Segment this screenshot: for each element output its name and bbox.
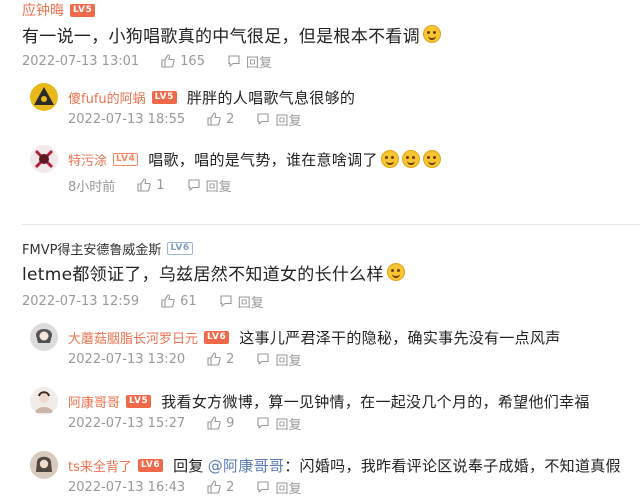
level-badge: LV6 [137, 458, 164, 472]
reply-author[interactable]: 特污涂 [68, 150, 107, 169]
reply-button[interactable]: 回复 [256, 110, 301, 129]
comment-text: letme都领证了，乌兹居然不知道女的长什么样 [22, 264, 384, 285]
comment-icon [257, 113, 269, 126]
grin-emoji-icon [422, 150, 441, 168]
reply-author[interactable]: ts来全背了 [68, 456, 132, 475]
reply-text: 这事儿严君泽干的隐秘，确实事先没有一点风声 [239, 328, 561, 347]
thumbs-up-icon [137, 178, 151, 192]
reply-label: 回复 [245, 55, 272, 71]
level-badge: LV5 [126, 394, 152, 408]
like-count: 61 [180, 293, 197, 309]
like-count: 165 [180, 53, 205, 69]
reply-label: 回复 [237, 295, 264, 311]
mention-link[interactable]: @阿康哥哥 [208, 455, 285, 476]
level-badge: LV5 [151, 90, 177, 104]
like-button[interactable]: 2 [207, 352, 234, 367]
avatar[interactable] [30, 83, 58, 111]
comment-icon [228, 55, 240, 68]
avatar[interactable] [30, 387, 58, 415]
level-badge: LV6 [204, 330, 230, 344]
reply-prefix: 回复 [173, 456, 204, 475]
reply-text: 唱歌，唱的是气势，谁在意啥调了 [148, 150, 378, 169]
reply-label: 回复 [275, 113, 302, 129]
level-badge: LV6 [167, 241, 193, 255]
reply-text: 闪婚吗，我昨看评论区说奉子成婚，不知道真假 [299, 456, 621, 475]
like-button[interactable]: 2 [207, 112, 234, 127]
like-count: 2 [226, 479, 235, 495]
thumbs-up-icon [207, 352, 221, 366]
thumbs-up-icon [161, 54, 175, 68]
like-button[interactable]: 2 [207, 480, 234, 495]
reply-colon: ： [284, 456, 300, 475]
level-badge: LV5 [70, 3, 96, 17]
reply-date: 2022-07-13 15:27 [68, 415, 186, 431]
thumbs-up-icon [207, 480, 221, 494]
reply-text: 我看女方微博，算一见钟情，在一起没几个月的，希望他们幸福 [161, 392, 590, 411]
reply-button[interactable]: 回复 [219, 292, 264, 311]
comment-icon [220, 295, 232, 308]
level-badge: LV4 [113, 152, 139, 166]
comment-icon [257, 481, 269, 494]
thumbs-up-icon [207, 416, 221, 430]
reply-label: 回复 [205, 179, 232, 195]
reply-button[interactable]: 回复 [256, 414, 301, 433]
avatar[interactable] [30, 451, 58, 479]
reply-date: 2022-07-13 13:20 [68, 351, 186, 367]
reply-label: 回复 [275, 353, 302, 369]
like-count: 9 [226, 415, 235, 431]
like-button[interactable]: 61 [161, 294, 197, 309]
comment-date: 2022-07-13 13:01 [22, 53, 140, 69]
laugh-cry-emoji-icon [386, 263, 405, 281]
reply-author[interactable]: 阿康哥哥 [68, 392, 120, 411]
like-button[interactable]: 1 [137, 177, 165, 193]
reply-label: 回复 [275, 417, 302, 433]
reply-author[interactable]: 傻fufu的阿蜗 [68, 88, 146, 107]
reply-text: 胖胖的人唱歌气息很够的 [186, 88, 356, 107]
reply-button[interactable]: 回复 [256, 478, 301, 497]
reply-date: 2022-07-13 18:55 [68, 111, 186, 127]
reply-author[interactable]: 大蘑菇胭脂长河罗日元 [68, 328, 198, 347]
comment-text: 有一说一，小狗唱歌真的中气很足，但是根本不看调 [22, 26, 420, 47]
reply-date: 2022-07-13 16:43 [68, 479, 186, 495]
reply-button[interactable]: 回复 [227, 52, 272, 71]
like-button[interactable]: 9 [207, 416, 234, 431]
avatar[interactable] [30, 323, 58, 351]
comment-icon [257, 353, 269, 366]
grin-emoji-icon [401, 150, 420, 168]
reply-button[interactable]: 回复 [256, 350, 301, 369]
comment-icon [257, 417, 269, 430]
comment-author[interactable]: FMVP得主安德鲁威金斯 [22, 239, 161, 258]
thumbs-up-icon [161, 294, 175, 308]
like-button[interactable]: 165 [161, 54, 205, 69]
grin-emoji-icon [380, 150, 399, 168]
comment-icon [188, 179, 200, 192]
reply-button[interactable]: 回复 [187, 176, 232, 195]
comment-author[interactable]: 应钟晦 [22, 0, 64, 20]
thread-divider [22, 224, 640, 225]
reply-date: 8小时前 [68, 179, 116, 195]
laugh-cry-emoji-icon [422, 25, 441, 43]
like-count: 2 [226, 111, 235, 127]
reply-label: 回复 [275, 481, 302, 497]
thumbs-up-icon [207, 112, 221, 126]
avatar[interactable] [30, 145, 58, 173]
comment-date: 2022-07-13 12:59 [22, 293, 140, 309]
like-count: 2 [226, 351, 235, 367]
like-count: 1 [156, 177, 165, 193]
